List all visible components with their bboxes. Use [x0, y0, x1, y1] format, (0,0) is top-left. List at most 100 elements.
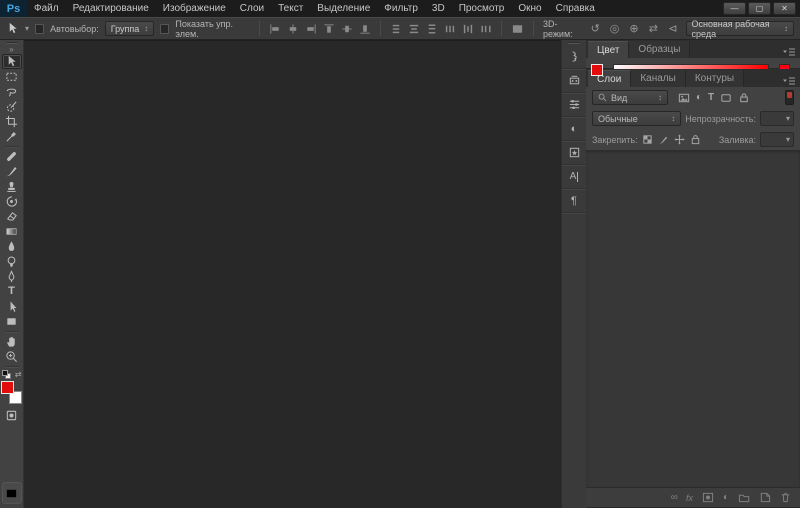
- zoom-3d-icon[interactable]: ⊲: [666, 22, 679, 35]
- tab-paths[interactable]: Контуры: [685, 70, 745, 87]
- tab-color[interactable]: Цвет: [588, 41, 630, 58]
- align-vertical-centers-icon[interactable]: [341, 23, 353, 35]
- align-top-edges-icon[interactable]: [323, 23, 335, 35]
- workspace-select[interactable]: Основная рабочая среда ↕: [685, 19, 795, 39]
- layer-mask-icon[interactable]: [702, 492, 714, 503]
- filter-pixel-layers-icon[interactable]: [678, 92, 690, 104]
- distribute-right-edges-icon[interactable]: [480, 23, 492, 35]
- toolbar-grip[interactable]: [5, 42, 18, 44]
- pan-3d-icon[interactable]: ⊕: [627, 22, 640, 35]
- filter-type-layers-icon[interactable]: T: [708, 92, 714, 103]
- foreground-color-swatch[interactable]: [0, 381, 14, 394]
- align-bottom-edges-icon[interactable]: [359, 23, 371, 35]
- link-layers-icon[interactable]: ∞: [671, 492, 678, 503]
- document-canvas-area[interactable]: [24, 40, 561, 508]
- quick-selection-tool[interactable]: [2, 99, 22, 114]
- blend-mode-select[interactable]: Обычные ↕: [592, 111, 682, 126]
- menu-image[interactable]: Изображение: [156, 0, 233, 17]
- default-colors-icon[interactable]: [1, 369, 11, 379]
- lock-transparency-icon[interactable]: [642, 134, 653, 145]
- maximize-button[interactable]: ▢: [748, 2, 771, 15]
- move-tool[interactable]: [1, 54, 22, 69]
- orbit-3d-icon[interactable]: ↺: [588, 22, 601, 35]
- align-left-edges-icon[interactable]: [269, 23, 281, 35]
- styles-panel-icon[interactable]: [562, 141, 586, 165]
- menu-filter[interactable]: Фильтр: [377, 0, 425, 17]
- layer-style-icon[interactable]: fx: [686, 493, 693, 503]
- distribute-left-edges-icon[interactable]: [444, 23, 456, 35]
- filter-adjustment-layers-icon[interactable]: ◐: [696, 92, 702, 103]
- properties-panel-icon[interactable]: [562, 93, 586, 117]
- brush-tool[interactable]: [2, 164, 22, 179]
- opacity-input[interactable]: ▾: [760, 111, 794, 126]
- hand-tool[interactable]: [2, 334, 22, 349]
- layer-filter-toggle[interactable]: [785, 90, 794, 105]
- menu-select[interactable]: Выделение: [310, 0, 377, 17]
- menu-view[interactable]: Просмотр: [452, 0, 512, 17]
- zoom-tool[interactable]: [2, 349, 22, 364]
- roll-3d-icon[interactable]: ◎: [608, 22, 621, 35]
- minimize-button[interactable]: —: [723, 2, 746, 15]
- tool-preset-caret-icon[interactable]: ▾: [25, 24, 29, 33]
- filter-shape-layers-icon[interactable]: [720, 92, 732, 104]
- fill-input[interactable]: ▾: [760, 132, 794, 147]
- tab-swatches[interactable]: Образцы: [629, 41, 691, 58]
- spot-healing-brush-tool[interactable]: [2, 149, 22, 164]
- brush-presets-panel-icon[interactable]: [562, 45, 586, 69]
- filter-smart-objects-icon[interactable]: [738, 92, 750, 104]
- crop-tool[interactable]: [2, 114, 22, 129]
- show-transform-controls-checkbox[interactable]: [160, 23, 170, 34]
- quick-mask-button[interactable]: [2, 408, 22, 423]
- slide-3d-icon[interactable]: ⇄: [647, 22, 660, 35]
- new-group-icon[interactable]: [738, 492, 750, 503]
- menu-window[interactable]: Окно: [511, 0, 548, 17]
- blur-tool[interactable]: [2, 239, 22, 254]
- autoselect-target-select[interactable]: Группа ↕: [104, 21, 155, 36]
- layer-filter-select[interactable]: Вид ↕: [592, 90, 668, 105]
- distribute-top-edges-icon[interactable]: [390, 23, 402, 35]
- menu-type[interactable]: Текст: [271, 0, 310, 17]
- menu-edit[interactable]: Редактирование: [66, 0, 156, 17]
- rectangular-marquee-tool[interactable]: [2, 69, 22, 84]
- menu-help[interactable]: Справка: [549, 0, 602, 17]
- auto-align-layers-icon[interactable]: [511, 23, 524, 35]
- history-brush-tool[interactable]: [2, 194, 22, 209]
- layers-list[interactable]: [586, 150, 800, 487]
- character-panel-icon[interactable]: A: [562, 165, 586, 189]
- pen-tool[interactable]: [2, 269, 22, 284]
- lock-all-icon[interactable]: [690, 134, 701, 145]
- lasso-tool[interactable]: [2, 84, 22, 99]
- align-horizontal-centers-icon[interactable]: [287, 23, 299, 35]
- rectangle-shape-tool[interactable]: [2, 314, 22, 329]
- foreground-color-swatch[interactable]: [591, 64, 603, 76]
- eyedropper-tool[interactable]: [2, 129, 22, 144]
- dodge-tool[interactable]: [2, 254, 22, 269]
- type-tool[interactable]: T: [2, 284, 22, 299]
- tab-channels[interactable]: Каналы: [631, 70, 686, 87]
- distribute-vertical-centers-icon[interactable]: [408, 23, 420, 35]
- menu-layers[interactable]: Слои: [233, 0, 271, 17]
- clone-source-panel-icon[interactable]: [562, 69, 586, 93]
- swap-colors-icon[interactable]: ⇄: [15, 370, 22, 379]
- close-button[interactable]: ✕: [773, 2, 796, 15]
- screen-mode-button[interactable]: [1, 482, 22, 504]
- align-right-edges-icon[interactable]: [305, 23, 317, 35]
- menu-file[interactable]: Файл: [27, 0, 66, 17]
- distribute-horizontal-centers-icon[interactable]: [462, 23, 474, 35]
- autoselect-checkbox[interactable]: [35, 23, 45, 34]
- gradient-tool[interactable]: [2, 224, 22, 239]
- paragraph-panel-icon[interactable]: ¶: [562, 189, 586, 213]
- path-selection-tool[interactable]: [2, 299, 22, 314]
- menu-3d[interactable]: 3D: [425, 0, 452, 17]
- collapse-toolbar-icon[interactable]: »: [9, 45, 13, 54]
- new-layer-icon[interactable]: [759, 492, 771, 503]
- clone-stamp-tool[interactable]: [2, 179, 22, 194]
- eraser-tool[interactable]: [2, 209, 22, 224]
- dock-grip[interactable]: [568, 42, 580, 44]
- adjustment-layer-icon[interactable]: ◐: [723, 492, 729, 503]
- lock-image-icon[interactable]: [658, 134, 669, 145]
- delete-layer-icon[interactable]: [780, 492, 791, 503]
- lock-position-icon[interactable]: [674, 134, 685, 145]
- adjustments-panel-icon[interactable]: ◐: [562, 117, 586, 141]
- distribute-bottom-edges-icon[interactable]: [426, 23, 438, 35]
